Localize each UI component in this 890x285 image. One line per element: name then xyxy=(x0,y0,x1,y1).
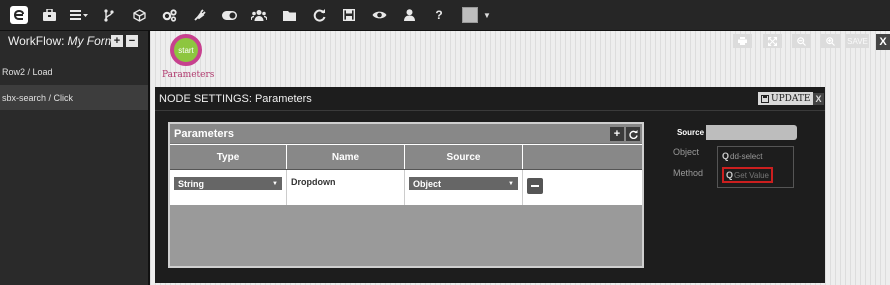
column-header-source: Source xyxy=(405,145,523,169)
users-icon[interactable] xyxy=(244,0,274,31)
print-icon xyxy=(738,37,747,45)
option-dd-select[interactable]: Q dd-select xyxy=(722,151,762,161)
branch-icon[interactable] xyxy=(94,0,124,31)
type-select[interactable]: String ▼ xyxy=(174,177,282,190)
print-button[interactable] xyxy=(733,34,752,48)
zoom-in-button[interactable] xyxy=(821,34,840,48)
method-label: Method xyxy=(673,168,704,178)
type-select-value: String xyxy=(178,178,204,189)
canvas-header: start Parameters SAVE X xyxy=(150,31,890,87)
top-toolbar: ? ▼ xyxy=(0,0,890,31)
type-cell: String ▼ xyxy=(170,170,287,205)
toggle-icon[interactable] xyxy=(214,0,244,31)
add-workflow-button[interactable]: + xyxy=(111,35,123,47)
search-icon: Q xyxy=(722,151,730,161)
zoom-out-icon xyxy=(797,36,806,46)
actions-cell xyxy=(523,170,642,205)
parameters-title: Parameters xyxy=(174,127,234,140)
zoom-out-button[interactable] xyxy=(792,34,811,48)
source-dropdown-list: Q dd-select Q Get Value xyxy=(717,146,794,188)
user-icon[interactable] xyxy=(394,0,424,31)
refresh-icon[interactable] xyxy=(304,0,334,31)
panel-close-button[interactable]: X xyxy=(813,93,824,105)
column-header-name: Name xyxy=(287,145,405,169)
option-get-value[interactable]: Q Get Value xyxy=(722,167,773,183)
zoom-in-icon xyxy=(826,36,835,46)
node-settings-panel: NODE SETTINGS: Parameters UPDATE X Param… xyxy=(155,87,825,283)
plug-icon[interactable] xyxy=(184,0,214,31)
briefcase-icon[interactable] xyxy=(34,0,64,31)
chevron-down-icon: ▼ xyxy=(272,180,278,187)
workflow-label: WorkFlow: xyxy=(8,34,65,48)
search-icon: Q xyxy=(726,170,734,180)
source-tab[interactable]: Source xyxy=(675,125,706,140)
chevron-down-icon[interactable]: ▼ xyxy=(483,11,491,20)
name-cell[interactable]: Dropdown xyxy=(287,170,405,205)
avatar[interactable] xyxy=(462,7,478,23)
workflow-sidebar: WorkFlow: My Form + − Row2 / Load sbx-se… xyxy=(0,31,150,285)
workflow-header: WorkFlow: My Form + − xyxy=(0,31,148,51)
divider xyxy=(155,110,825,111)
update-button[interactable]: UPDATE xyxy=(758,92,814,105)
save-button[interactable]: SAVE xyxy=(846,34,869,48)
panel-title: NODE SETTINGS: Parameters xyxy=(159,93,312,105)
source-select-value: Object xyxy=(413,178,442,189)
update-label: UPDATE xyxy=(771,93,811,104)
table-row: String ▼ Dropdown Object ▼ xyxy=(170,169,642,205)
cube-icon[interactable] xyxy=(124,0,154,31)
column-header-type: Type xyxy=(170,145,287,169)
workflow-name: My Form xyxy=(67,34,115,48)
expand-icon xyxy=(768,36,777,46)
floppy-icon[interactable] xyxy=(334,0,364,31)
start-node[interactable]: start xyxy=(170,34,202,66)
floppy-icon xyxy=(761,94,769,103)
help-icon[interactable]: ? xyxy=(424,0,454,31)
parameter-name: Dropdown xyxy=(291,177,336,187)
logo-icon[interactable] xyxy=(8,4,30,26)
list-icon[interactable] xyxy=(64,0,94,31)
folder-icon[interactable] xyxy=(274,0,304,31)
workflow-canvas[interactable]: start Parameters SAVE X NODE SETTINGS: P… xyxy=(150,31,890,285)
sidebar-item-label: sbx-search / Click xyxy=(2,92,74,103)
source-select[interactable]: Object ▼ xyxy=(409,177,518,190)
remove-workflow-button[interactable]: − xyxy=(126,35,138,47)
add-parameter-button[interactable]: + xyxy=(610,127,624,141)
refresh-parameters-button[interactable] xyxy=(626,127,640,141)
sidebar-item-sbx-search-click[interactable]: sbx-search / Click xyxy=(0,85,148,110)
parameters-box: Parameters + Type Name Source String ▼ D… xyxy=(168,122,644,268)
column-header-actions xyxy=(523,145,642,169)
chevron-down-icon: ▼ xyxy=(508,180,514,187)
start-node-label: start xyxy=(178,45,194,55)
fit-button[interactable] xyxy=(763,34,782,48)
parameters-header: Parameters + xyxy=(170,124,642,144)
eye-icon[interactable] xyxy=(364,0,394,31)
sidebar-item-label: Row2 / Load xyxy=(2,66,53,77)
minus-icon xyxy=(531,185,539,187)
source-cell: Object ▼ xyxy=(405,170,523,205)
start-node-caption: Parameters xyxy=(162,70,215,80)
cogs-icon[interactable] xyxy=(154,0,184,31)
sidebar-item-row2-load[interactable]: Row2 / Load xyxy=(0,59,148,84)
option-label: Get Value xyxy=(734,170,769,180)
refresh-icon xyxy=(628,129,638,139)
remove-parameter-button[interactable] xyxy=(527,178,543,194)
canvas-close-button[interactable]: X xyxy=(876,34,890,50)
object-label: Object xyxy=(673,147,700,157)
option-label: dd-select xyxy=(730,151,763,161)
parameters-grid-header: Type Name Source xyxy=(170,144,642,169)
